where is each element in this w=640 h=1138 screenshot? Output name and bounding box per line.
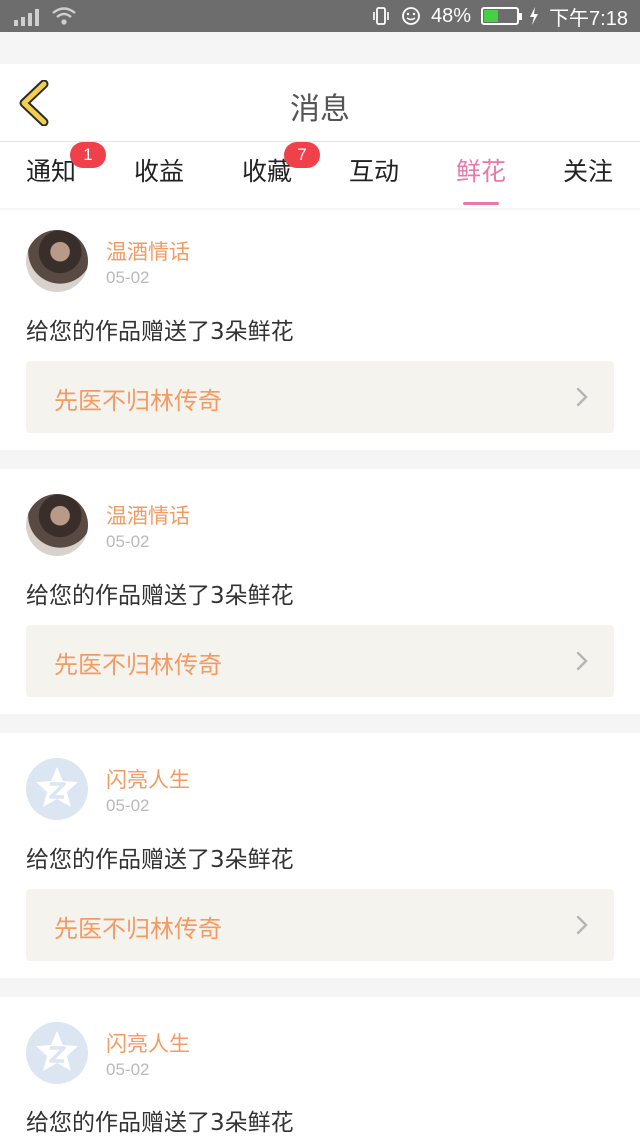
- tab-label: 通知: [25, 157, 76, 186]
- smiley-icon: [402, 7, 420, 25]
- chevron-right-icon: [576, 651, 588, 671]
- vibrate-icon: [373, 7, 389, 25]
- message-card: 闪亮人生 05-02 给您的作品赠送了3朵鲜花 先医不归林传奇: [0, 733, 640, 978]
- tab-label: 互动: [348, 157, 399, 186]
- status-bar: 48% 下午7:18: [0, 0, 640, 32]
- tab-label: 关注: [562, 157, 613, 186]
- default-avatar-icon: [36, 1031, 78, 1071]
- chevron-right-icon: [576, 915, 588, 935]
- tab-follows[interactable]: 关注: [543, 152, 633, 188]
- battery-fill: [484, 10, 499, 22]
- message-date: 05-02: [106, 268, 150, 287]
- status-time: 下午7:18: [549, 7, 628, 30]
- work-link[interactable]: 先医不归林传奇: [26, 625, 614, 697]
- favorites-badge: 7: [284, 142, 320, 168]
- battery-percent: 48%: [431, 4, 472, 27]
- message-card: 闪亮人生 05-02 给您的作品赠送了3朵鲜花: [0, 997, 640, 1138]
- active-tab-indicator: [463, 202, 499, 205]
- sender-name[interactable]: 闪亮人生: [106, 764, 190, 794]
- sender-name[interactable]: 温酒情话: [106, 500, 190, 530]
- work-title: 先医不归林传奇: [54, 915, 222, 943]
- message-text: 给您的作品赠送了3朵鲜花: [26, 1110, 294, 1136]
- tab-flowers[interactable]: 鲜花: [436, 152, 526, 205]
- message-card: 温酒情话 05-02 给您的作品赠送了3朵鲜花 先医不归林传奇: [0, 469, 640, 714]
- avatar[interactable]: [26, 230, 88, 292]
- message-card: 温酒情话 05-02 给您的作品赠送了3朵鲜花 先医不归林传奇: [0, 210, 640, 450]
- sender-name[interactable]: 温酒情话: [106, 236, 190, 266]
- avatar[interactable]: [26, 494, 88, 556]
- battery-icon: [481, 7, 523, 25]
- signal-icon: [14, 8, 39, 26]
- tab-favorites[interactable]: 收藏 7: [222, 142, 320, 188]
- chevron-right-icon: [576, 387, 588, 407]
- tab-label: 鲜花: [455, 157, 506, 186]
- tab-earnings[interactable]: 收益: [114, 152, 204, 188]
- work-link[interactable]: 先医不归林传奇: [26, 889, 614, 961]
- avatar[interactable]: [26, 1022, 88, 1084]
- message-date: 05-02: [106, 796, 150, 815]
- message-date: 05-02: [106, 532, 150, 551]
- work-title: 先医不归林传奇: [54, 387, 222, 415]
- message-date: 05-02: [106, 1060, 150, 1079]
- notification-badge: 1: [70, 142, 106, 168]
- avatar[interactable]: [26, 758, 88, 820]
- tab-bar: 通知 1 收益 收藏 7 互动 鲜花 关注: [0, 142, 640, 208]
- message-text: 给您的作品赠送了3朵鲜花: [26, 319, 294, 345]
- message-text: 给您的作品赠送了3朵鲜花: [26, 583, 294, 609]
- nav-bar: 消息: [0, 64, 640, 142]
- work-title: 先医不归林传奇: [54, 651, 222, 679]
- default-avatar-icon: [36, 767, 78, 807]
- tab-label: 收益: [133, 157, 184, 186]
- page-title: 消息: [290, 92, 350, 127]
- charging-icon: [530, 7, 539, 25]
- work-link[interactable]: 先医不归林传奇: [26, 361, 614, 433]
- tab-notifications[interactable]: 通知 1: [6, 142, 106, 188]
- sender-name[interactable]: 闪亮人生: [106, 1028, 190, 1058]
- tab-label: 收藏: [241, 157, 292, 186]
- tab-interactions[interactable]: 互动: [329, 152, 419, 188]
- wifi-icon: [52, 7, 76, 25]
- message-text: 给您的作品赠送了3朵鲜花: [26, 847, 294, 873]
